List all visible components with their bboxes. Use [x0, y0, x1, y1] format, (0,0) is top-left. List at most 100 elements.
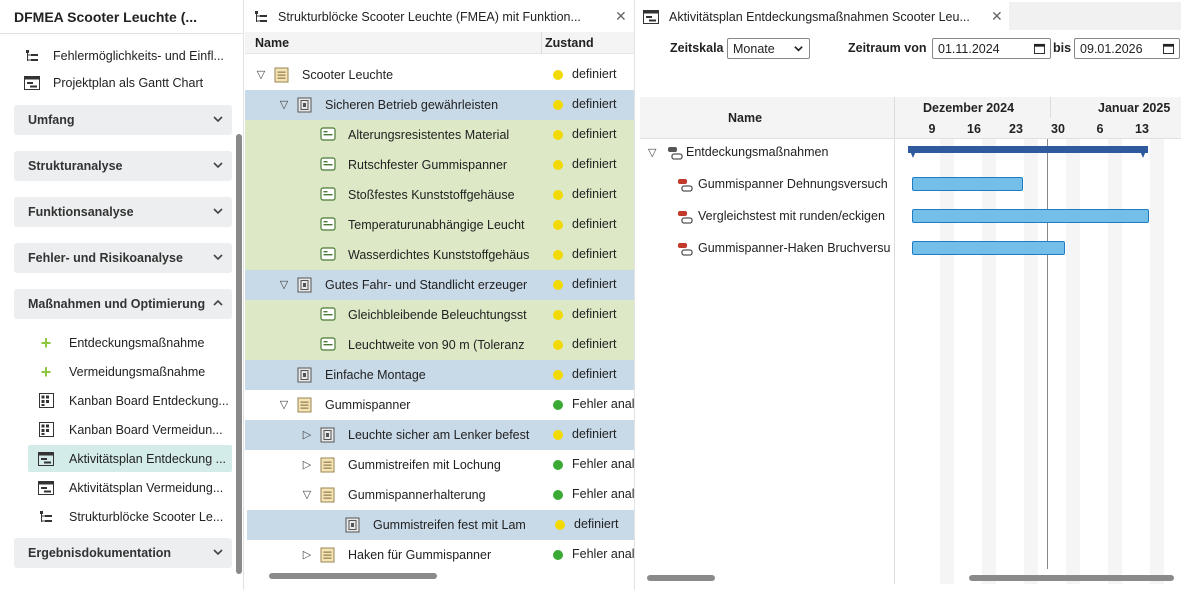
expand-toggle-icon[interactable]: ▷ [301, 428, 313, 441]
gantt-row-activity[interactable]: Gummispanner-Haken Bruchversu [640, 234, 894, 264]
column-header-name[interactable]: Name [255, 36, 289, 50]
close-icon[interactable]: ✕ [615, 8, 627, 25]
column-divider[interactable] [541, 32, 542, 54]
column-header-state[interactable]: Zustand [545, 36, 594, 50]
gantt-timeline-scrollbar[interactable] [969, 575, 1174, 581]
section-strukturanalyse[interactable]: Strukturanalyse [14, 151, 232, 181]
sub-item-aktivitaetsplan-vermeidung[interactable]: Aktivitätsplan Vermeidung... [28, 474, 232, 501]
sub-item-aktivitaetsplan-entdeckung[interactable]: Aktivitätsplan Entdeckung ... [28, 445, 232, 472]
from-date-input[interactable]: 01.11.2024 [932, 38, 1051, 59]
section-label: Fehler- und Risikoanalyse [28, 251, 183, 265]
status-text: definiert [572, 337, 617, 351]
tree-row[interactable]: Gummistreifen fest mit Lam definiert [247, 510, 634, 540]
tree-row-label: Gutes Fahr- und Standlicht erzeuger [325, 278, 528, 292]
sub-item-entdeckungsmassnahme[interactable]: + Entdeckungsmaßnahme [28, 329, 232, 356]
sidebar-scrollbar[interactable] [236, 134, 242, 574]
sub-item-strukturbloecke[interactable]: Strukturblöcke Scooter Le... [28, 503, 232, 530]
tree-row-label: Gleichbleibende Beleuchtungsst [348, 308, 527, 322]
side-link-label: Projektplan als Gantt Chart [53, 76, 204, 90]
section-umfang[interactable]: Umfang [14, 105, 232, 135]
status-dot-icon [553, 400, 563, 410]
gantt-icon [643, 10, 659, 24]
status-dot-icon [553, 430, 563, 440]
tree-row[interactable]: ▽ Sicheren Betrieb gewährleisten definiert [245, 90, 634, 120]
summary-bar[interactable] [905, 144, 1153, 162]
section-massnahmen-optimierung[interactable]: Maßnahmen und Optimierung [14, 289, 232, 319]
collapse-toggle-icon[interactable]: ▽ [278, 398, 290, 411]
tree-row[interactable]: ▷ Gummistreifen mit Lochung Fehler anal [245, 450, 634, 480]
collapse-toggle-icon[interactable]: ▽ [648, 146, 656, 159]
tree-row[interactable]: ▷ Haken für Gummispanner Fehler anal [245, 540, 634, 570]
tree-row[interactable]: Stoßfestes Kunststoffgehäuse definiert [245, 180, 634, 210]
weekend-column [1024, 139, 1038, 584]
collapse-toggle-icon[interactable]: ▽ [255, 68, 267, 81]
tree-row[interactable]: ▷ Leuchte sicher am Lenker befest definier… [245, 420, 634, 450]
tree-row[interactable]: ▽ Gummispannerhalterung Fehler anal [245, 480, 634, 510]
collapse-toggle-icon[interactable]: ▽ [278, 278, 290, 291]
close-icon[interactable]: ✕ [991, 8, 1003, 25]
side-link-fmea-tree[interactable]: Fehlermöglichkeits- und Einfl... [24, 44, 224, 68]
gantt-panel: Aktivitätsplan Entdeckungsmaßnahmen Scoo… [637, 0, 1181, 590]
activity-bar[interactable] [912, 241, 1065, 255]
tree-row[interactable]: Rutschfester Gummispanner definiert [245, 150, 634, 180]
tree-row[interactable]: ▽ Gutes Fahr- und Standlicht erzeuger defi… [245, 270, 634, 300]
calendar-icon[interactable] [1034, 43, 1045, 54]
status-dot-icon [553, 490, 563, 500]
from-date-value: 01.11.2024 [938, 41, 1000, 56]
section-fehler-risikoanalyse[interactable]: Fehler- und Risikoanalyse [14, 243, 232, 273]
tree-horizontal-scrollbar[interactable] [269, 573, 437, 579]
tree-row[interactable]: Alterungsresistentes Material definiert [245, 120, 634, 150]
column-header-name[interactable]: Name [728, 111, 762, 125]
section-ergebnisdokumentation[interactable]: Ergebnisdokumentation [14, 538, 232, 568]
gantt-row-label: Gummispanner Dehnungsversuch [698, 177, 888, 191]
collapse-toggle-icon[interactable]: ▽ [301, 488, 313, 501]
expand-toggle-icon[interactable]: ▷ [301, 548, 313, 561]
tree-row-label: Scooter Leuchte [302, 68, 394, 82]
function-icon [297, 367, 312, 383]
tab-aktivitaetsplan[interactable]: Aktivitätsplan Entdeckungsmaßnahmen Scoo… [637, 2, 1009, 32]
bis-label: bis [1053, 41, 1072, 55]
tree-row[interactable]: Einfache Montage definiert [245, 360, 634, 390]
collapse-toggle-icon[interactable]: ▽ [278, 98, 290, 111]
gantt-list-scrollbar[interactable] [647, 575, 715, 581]
status-text: definiert [572, 157, 617, 171]
gantt-row-activity[interactable]: Gummispanner Dehnungsversuch [640, 170, 894, 200]
status-dot-icon [553, 220, 563, 230]
calendar-icon[interactable] [1163, 43, 1174, 54]
expand-toggle-icon[interactable]: ▷ [301, 458, 313, 471]
block-icon [320, 487, 335, 503]
status-dot-icon [553, 460, 563, 470]
activity-bar[interactable] [912, 177, 1023, 191]
tree-row-label: Gummistreifen mit Lochung [348, 458, 501, 472]
status-dot-icon [553, 250, 563, 260]
tree-row-label: Leuchtweite von 90 m (Toleranz [348, 338, 525, 352]
gantt-row-activity[interactable]: Vergleichstest mit runden/eckigen [640, 202, 894, 232]
activity-bar[interactable] [912, 209, 1149, 223]
section-funktionsanalyse[interactable]: Funktionsanalyse [14, 197, 232, 227]
plus-icon: + [40, 361, 52, 382]
status-text: Fehler anal [572, 397, 635, 411]
status-text: definiert [572, 307, 617, 321]
block-icon [320, 547, 335, 563]
tree-row[interactable]: ▽ Gummispanner Fehler anal [245, 390, 635, 420]
sub-item-kanban-vermeidung[interactable]: Kanban Board Vermeidun... [28, 416, 232, 443]
to-date-input[interactable]: 09.01.2026 [1074, 38, 1180, 59]
project-title[interactable]: DFMEA Scooter Leuchte (... [14, 9, 197, 25]
side-link-gantt[interactable]: Projektplan als Gantt Chart [24, 71, 203, 95]
status-dot-icon [553, 160, 563, 170]
chevron-down-icon [213, 116, 223, 123]
tab-strukturbloecke[interactable]: Strukturblöcke Scooter Leuchte (FMEA) mi… [245, 2, 634, 32]
status-text: definiert [572, 127, 617, 141]
grid-divider[interactable] [894, 139, 895, 584]
tree-row[interactable]: Temperaturunabhängige Leucht definiert [245, 210, 634, 240]
tree-row[interactable]: Gleichbleibende Beleuchtungsst definiert [245, 300, 634, 330]
tree-row[interactable]: ▽ Scooter Leuchte definiert [245, 60, 634, 90]
sub-item-kanban-entdeckung[interactable]: Kanban Board Entdeckung... [28, 387, 232, 414]
sub-item-vermeidungsmassnahme[interactable]: + Vermeidungsmaßnahme [28, 358, 232, 385]
gantt-row-label: Gummispanner-Haken Bruchversu [698, 241, 891, 255]
side-link-label: Fehlermöglichkeits- und Einfl... [53, 49, 224, 63]
gantt-row-group[interactable]: ▽ Entdeckungsmaßnahmen [640, 138, 894, 168]
tree-row[interactable]: Wasserdichtes Kunststoffgehäus definiert [245, 240, 634, 270]
tree-row[interactable]: Leuchtweite von 90 m (Toleranz definiert [245, 330, 634, 360]
zeitskala-select[interactable]: Monate [727, 38, 810, 59]
